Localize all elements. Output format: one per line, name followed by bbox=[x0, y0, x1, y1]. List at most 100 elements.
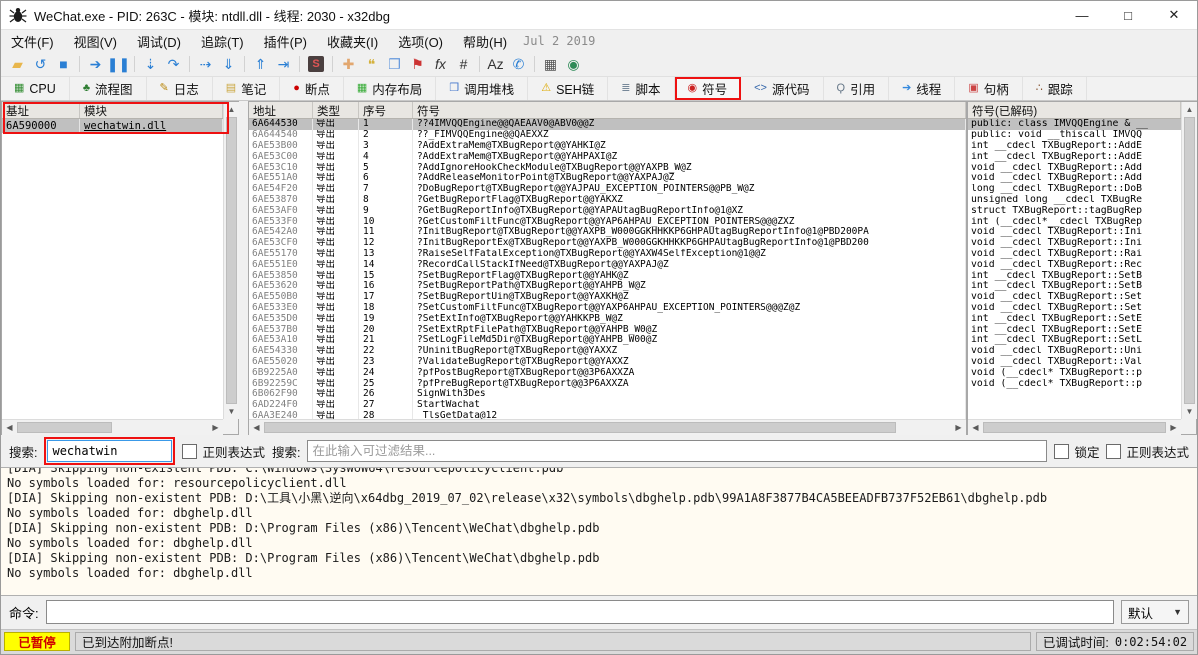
attach-icon[interactable]: ✆ bbox=[507, 54, 530, 74]
decoded-symbol-row[interactable]: int (__cdecl*__cdecl TXBugRep bbox=[968, 217, 1181, 228]
regex2-checkbox[interactable] bbox=[1106, 444, 1121, 459]
symbols-header-symbol[interactable]: 符号 bbox=[413, 102, 966, 118]
symbol-search-input[interactable] bbox=[307, 440, 1047, 462]
pause-icon[interactable]: ❚❚ bbox=[107, 54, 130, 74]
scylla-icon[interactable]: S bbox=[308, 56, 324, 72]
decoded-symbol-row[interactable]: void __cdecl TXBugReport::Set bbox=[968, 303, 1181, 314]
menu-item[interactable]: 文件(F) bbox=[1, 30, 64, 53]
regex-checkbox[interactable] bbox=[182, 444, 197, 459]
maximize-button[interactable]: □ bbox=[1105, 1, 1151, 29]
decoded-symbol-row[interactable]: void __cdecl TXBugReport::Val bbox=[968, 357, 1181, 368]
decoded-symbol-row[interactable]: public: class IMVQQEngine & __ bbox=[968, 119, 1181, 130]
decoded-header-label[interactable]: 符号(已解码) bbox=[968, 102, 1181, 118]
functions-icon[interactable]: fx bbox=[429, 54, 452, 74]
step-over-icon[interactable]: ↷ bbox=[162, 54, 185, 74]
tab-symbols[interactable]: ◉符号 bbox=[675, 77, 742, 101]
scroll-down-arrow[interactable]: ▼ bbox=[1182, 404, 1197, 419]
symbol-row[interactable]: 6AE53C00导出4?AddExtraMem@TXBugReport@@YAH… bbox=[249, 152, 966, 163]
symbol-row[interactable]: 6AE53620导出16?SetBugReportPath@TXBugRepor… bbox=[249, 281, 966, 292]
panel-splitter[interactable] bbox=[239, 101, 248, 435]
log-output[interactable]: [DIA] Skipping non-existent PDB: C:\Wind… bbox=[1, 467, 1197, 596]
module-row[interactable]: 6A590000wechatwin.dll bbox=[2, 119, 223, 133]
tab-references[interactable]: Ϙ引用 bbox=[824, 77, 890, 101]
menu-item[interactable]: 插件(P) bbox=[254, 30, 317, 53]
symbol-row[interactable]: 6AE55170导出13?RaiseSelfFatalException@TXB… bbox=[249, 249, 966, 260]
decoded-symbol-row[interactable]: void __cdecl TXBugReport::Rec bbox=[968, 260, 1181, 271]
scroll-up-arrow[interactable]: ▲ bbox=[224, 102, 239, 117]
decoded-symbol-row[interactable]: void __cdecl TXBugReport::Rai bbox=[968, 249, 1181, 260]
decoded-symbol-row[interactable]: void __cdecl TXBugReport::Ini bbox=[968, 227, 1181, 238]
menu-item[interactable]: 收藏夹(I) bbox=[317, 30, 388, 53]
minimize-button[interactable]: — bbox=[1059, 1, 1105, 29]
decoded-symbol-row[interactable]: public: void __thiscall IMVQQ bbox=[968, 130, 1181, 141]
symbol-row[interactable]: 6AE53A10导出21?SetLogFileMd5Dir@TXBugRepor… bbox=[249, 335, 966, 346]
close-button[interactable]: ✕ bbox=[1151, 1, 1197, 29]
scroll-right-arrow[interactable]: ▶ bbox=[208, 420, 223, 435]
tab-graph[interactable]: ♣流程图 bbox=[70, 77, 147, 101]
symbol-row[interactable]: 6AE535D0导出19?SetExtInfo@TXBugReport@@YAH… bbox=[249, 314, 966, 325]
symbol-row[interactable]: 6B92259C导出25?pfPreBugReport@TXBugReport@… bbox=[249, 379, 966, 390]
scroll-thumb[interactable] bbox=[264, 422, 896, 433]
decoded-hscrollbar[interactable]: ◀ ▶ bbox=[968, 419, 1181, 435]
modules-vscrollbar[interactable]: ▲ ▼ bbox=[223, 102, 239, 419]
menu-item[interactable]: 选项(O) bbox=[388, 30, 453, 53]
decoded-symbol-row[interactable]: void __cdecl TXBugReport::Set bbox=[968, 292, 1181, 303]
scroll-left-arrow[interactable]: ◀ bbox=[2, 420, 17, 435]
decoded-symbol-row[interactable]: int __cdecl TXBugReport::SetB bbox=[968, 271, 1181, 282]
tab-call-stack[interactable]: ❒调用堆栈 bbox=[436, 77, 528, 101]
restart-icon[interactable]: ↺ bbox=[29, 54, 52, 74]
labels-icon[interactable]: ❒ bbox=[383, 54, 406, 74]
decoded-symbol-row[interactable]: int __cdecl TXBugReport::SetE bbox=[968, 325, 1181, 336]
decoded-symbol-row[interactable]: long __cdecl TXBugReport::DoB bbox=[968, 184, 1181, 195]
tab-seh[interactable]: ⚠SEH链 bbox=[528, 77, 608, 101]
calculator-icon[interactable]: ▦ bbox=[539, 54, 562, 74]
symbol-row[interactable]: 6AA3E240导出28_TlsGetData@12 bbox=[249, 411, 966, 419]
scroll-down-arrow[interactable]: ▼ bbox=[224, 404, 239, 419]
decoded-symbol-row[interactable]: void __cdecl TXBugReport::Ini bbox=[968, 238, 1181, 249]
scroll-left-arrow[interactable]: ◀ bbox=[249, 420, 264, 435]
module-search-input[interactable] bbox=[47, 440, 172, 462]
symbols-header-address[interactable]: 地址 bbox=[249, 102, 313, 118]
symbols-header-type[interactable]: 类型 bbox=[313, 102, 359, 118]
symbol-row[interactable]: 6AD224F0导出27StartWachat bbox=[249, 400, 966, 411]
scroll-right-arrow[interactable]: ▶ bbox=[951, 420, 966, 435]
menu-item[interactable]: 调试(D) bbox=[127, 30, 191, 53]
tab-source[interactable]: <>源代码 bbox=[741, 77, 823, 101]
modules-header-base[interactable]: 基址 bbox=[2, 102, 80, 118]
symbol-row[interactable]: 6AE551A0导出6?AddReleaseMonitorPoint@TXBug… bbox=[249, 173, 966, 184]
decoded-symbol-row[interactable]: void __cdecl TXBugReport::Add bbox=[968, 163, 1181, 174]
modules-hscrollbar[interactable]: ◀ ▶ bbox=[2, 419, 223, 435]
symbol-row[interactable]: 6AE54330导出22?UninitBugReport@TXBugReport… bbox=[249, 346, 966, 357]
debugger-globe-icon[interactable]: ◉ bbox=[562, 54, 585, 74]
menu-item[interactable]: 追踪(T) bbox=[191, 30, 254, 53]
scroll-left-arrow[interactable]: ◀ bbox=[968, 420, 983, 435]
symbol-row[interactable]: 6AE53C10导出5?AddIgnoreHookCheckModule@TXB… bbox=[249, 163, 966, 174]
modules-header-name[interactable]: 模块 bbox=[80, 102, 223, 118]
symbol-row[interactable]: 6AE537B0导出20?SetExtRptFilePath@TXBugRepo… bbox=[249, 325, 966, 336]
decoded-symbol-row[interactable]: int __cdecl TXBugReport::SetE bbox=[968, 314, 1181, 325]
scroll-thumb[interactable] bbox=[226, 117, 237, 404]
comments-icon[interactable]: ❝ bbox=[360, 54, 383, 74]
symbol-row[interactable]: 6A644530导出1??4IMVQQEngine@@QAEAAV0@ABV0@… bbox=[249, 119, 966, 130]
scroll-up-arrow[interactable]: ▲ bbox=[1182, 102, 1197, 117]
tab-trace[interactable]: ∴跟踪 bbox=[1023, 77, 1087, 101]
decoded-symbol-row[interactable]: unsigned long __cdecl TXBugRe bbox=[968, 195, 1181, 206]
symbol-row[interactable]: 6A644540导出2??_FIMVQQEngine@@QAEXXZ bbox=[249, 130, 966, 141]
scroll-right-arrow[interactable]: ▶ bbox=[1166, 420, 1181, 435]
menu-item[interactable]: 视图(V) bbox=[64, 30, 127, 53]
symbol-row[interactable]: 6AE550B0导出17?SetBugReportUin@TXBugReport… bbox=[249, 292, 966, 303]
decoded-symbol-row[interactable]: void (__cdecl* TXBugReport::p bbox=[968, 368, 1181, 379]
tab-notes[interactable]: ▤笔记 bbox=[213, 77, 280, 101]
symbol-row[interactable]: 6AE551E0导出14?RecordCallStackIfNeed@TXBug… bbox=[249, 260, 966, 271]
run-to-user-code-icon[interactable]: ⇥ bbox=[272, 54, 295, 74]
scroll-thumb[interactable] bbox=[17, 422, 112, 433]
decoded-symbol-row[interactable]: int __cdecl TXBugReport::AddE bbox=[968, 141, 1181, 152]
symbol-row[interactable]: 6AE542A0导出11?InitBugReport@TXBugReport@@… bbox=[249, 227, 966, 238]
symbol-row[interactable]: 6AE533E0导出18?SetCustomFiltFunc@TXBugRepo… bbox=[249, 303, 966, 314]
symbol-row[interactable]: 6AE53870导出8?GetBugReportFlag@TXBugReport… bbox=[249, 195, 966, 206]
tab-cpu[interactable]: ▦CPU bbox=[1, 77, 70, 101]
command-input[interactable] bbox=[46, 600, 1114, 624]
scroll-thumb[interactable] bbox=[1184, 117, 1195, 404]
tab-log[interactable]: ✎日志 bbox=[147, 77, 213, 101]
decoded-symbol-row[interactable]: struct TXBugReport::tagBugRep bbox=[968, 206, 1181, 217]
